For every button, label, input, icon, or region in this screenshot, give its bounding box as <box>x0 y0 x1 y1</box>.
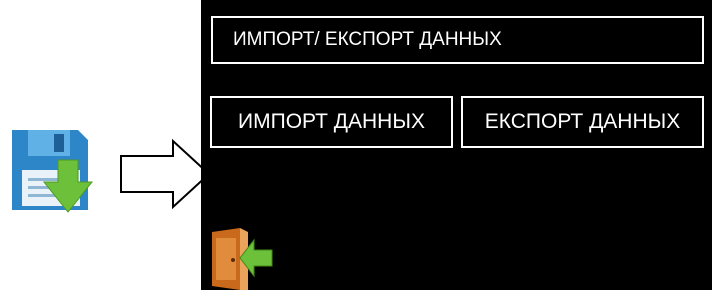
save-download-icon <box>8 124 94 216</box>
import-data-button[interactable]: ИМПОРТ ДАННЫХ <box>210 96 453 148</box>
right-arrow-icon <box>118 138 212 210</box>
export-data-button[interactable]: ЕКСПОРТ ДАННЫХ <box>461 96 704 148</box>
exit-door-icon[interactable] <box>210 228 276 290</box>
panel-title: ИМПОРТ/ ЕКСПОРТ ДАННЫХ <box>211 16 704 64</box>
import-export-panel: ИМПОРТ/ ЕКСПОРТ ДАННЫХ ИМПОРТ ДАННЫХ ЕКС… <box>201 0 712 290</box>
